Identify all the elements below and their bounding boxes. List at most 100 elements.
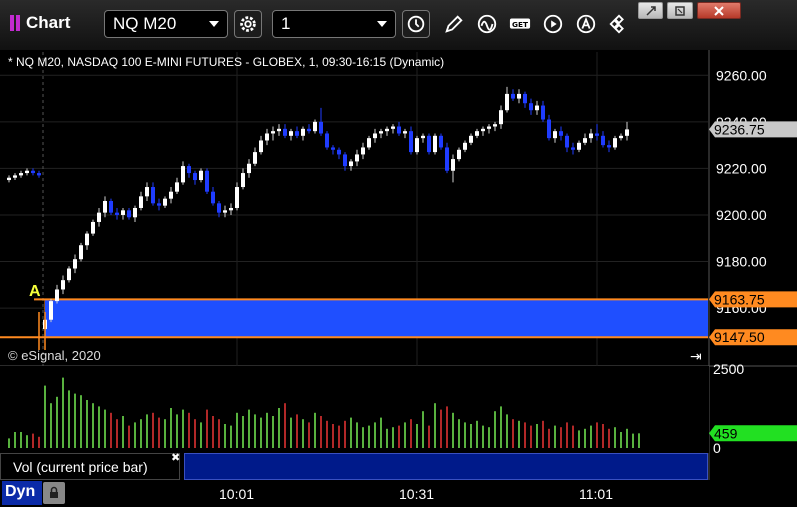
candle-body	[223, 210, 227, 213]
candle-body	[175, 182, 179, 192]
candle-body	[13, 175, 17, 178]
candle-body	[25, 170, 29, 174]
candle-body	[469, 135, 473, 143]
time-tick-label: 10:31	[399, 486, 435, 502]
candle-body	[325, 133, 329, 148]
volume-axis: 2500 0459	[709, 361, 797, 456]
candle-body	[403, 131, 407, 134]
candle-body	[73, 259, 77, 269]
marker-a-label: A	[29, 283, 41, 300]
candle-body	[235, 187, 239, 208]
candle-body	[67, 268, 71, 281]
range-band	[45, 299, 708, 338]
candle-body	[463, 142, 467, 150]
dynamic-button[interactable]: Dyn	[2, 481, 42, 505]
candle-body	[271, 131, 275, 134]
candle-body	[301, 128, 305, 136]
volume-study-label[interactable]: Vol (current price bar)	[0, 453, 180, 480]
candle-body	[565, 135, 569, 148]
candle-body	[127, 210, 131, 218]
chart-canvas[interactable]: 9260.009240.009220.009200.009180.009160.…	[0, 0, 797, 480]
lock-button[interactable]	[43, 482, 65, 504]
candle-body	[37, 173, 41, 176]
price-tick-label: 9200.00	[716, 207, 767, 223]
candle-body	[103, 201, 107, 213]
candle-body	[337, 149, 341, 155]
range-band-low-label: 9147.50	[714, 329, 765, 345]
candle-body	[421, 135, 425, 139]
candle-body	[361, 147, 365, 155]
candle-body	[283, 128, 287, 136]
candle-body	[313, 121, 317, 132]
price-tick-label: 9180.00	[716, 254, 767, 270]
candle-body	[217, 203, 221, 213]
candle-body	[163, 198, 167, 206]
candle	[415, 135, 419, 155]
candle-body	[535, 105, 539, 111]
volume-tick-label: 0	[713, 440, 721, 456]
candle-body	[259, 140, 263, 153]
candle-body	[511, 93, 515, 99]
candle-body	[529, 103, 533, 111]
candle-body	[97, 212, 101, 222]
candle-body	[229, 207, 233, 211]
candle-body	[79, 245, 83, 260]
candle-body	[307, 128, 311, 132]
candle-body	[409, 131, 413, 153]
candle-body	[265, 133, 269, 141]
candle-body	[349, 161, 353, 167]
candle-body	[367, 138, 371, 148]
volume-bars	[0, 366, 709, 453]
candle-body	[373, 133, 377, 139]
candle-body	[295, 131, 299, 136]
candle-body	[55, 289, 59, 302]
candle-body	[157, 203, 161, 206]
last-volume-label: 459	[714, 425, 738, 441]
candle	[91, 219, 95, 236]
candle-body	[577, 142, 581, 150]
lock-icon	[50, 486, 58, 498]
candle-body	[133, 207, 137, 218]
candle-body	[7, 177, 11, 181]
candle	[49, 298, 53, 323]
candle-body	[169, 191, 173, 199]
time-tick-label: 10:01	[219, 486, 255, 502]
candle-body	[205, 170, 209, 192]
candle-body	[547, 119, 551, 139]
candle-body	[541, 105, 545, 120]
candle-body	[475, 131, 479, 136]
candle-body	[19, 173, 23, 176]
candle-body	[625, 129, 629, 136]
candle	[205, 168, 209, 195]
candle-body	[499, 110, 503, 125]
candle-body	[199, 170, 203, 181]
candle-body	[589, 133, 593, 139]
range-band-high-label: 9163.75	[714, 291, 765, 307]
candle-body	[385, 128, 389, 132]
candle-body	[445, 147, 449, 171]
candle	[79, 242, 83, 262]
candle-body	[433, 135, 437, 153]
candle	[439, 133, 443, 150]
candle	[109, 198, 113, 215]
candle-body	[415, 138, 419, 153]
candle-body	[193, 173, 197, 181]
candle-body	[31, 170, 35, 174]
candle-body	[121, 210, 125, 215]
candle-body	[481, 128, 485, 132]
candle-body	[397, 126, 401, 134]
candle-body	[523, 93, 527, 104]
candle-body	[493, 124, 497, 127]
candle-body	[379, 131, 383, 134]
candle-body	[619, 135, 623, 139]
candle-body	[553, 131, 557, 139]
candle-body	[109, 201, 113, 213]
candle-body	[211, 191, 215, 204]
candle-body	[427, 135, 431, 153]
candle-body	[505, 93, 509, 111]
price-tick-label: 9220.00	[716, 160, 767, 176]
candle-body	[139, 196, 143, 208]
volume-tick-label: 2500	[713, 361, 744, 377]
candle-body	[151, 187, 155, 204]
close-study-icon[interactable]: ✖	[171, 451, 180, 464]
